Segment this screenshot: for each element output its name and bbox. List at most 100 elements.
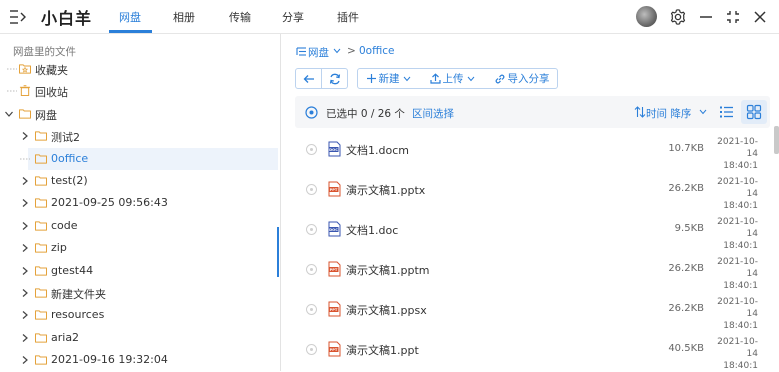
file-row[interactable]: PPT 演示文稿1.pptx 26.2KB 2021-10-14 18:40:1 [295, 171, 770, 211]
tab-transfer[interactable]: 传输 [229, 9, 251, 25]
chevron-right-icon[interactable] [20, 266, 30, 276]
tree-item-folder[interactable]: 0office [20, 147, 278, 170]
tree-item-folder[interactable]: gtest44 [0, 260, 276, 282]
file-name[interactable]: 演示文稿1.pptm [346, 262, 430, 278]
tree-item-label: 2021-09-25 09:56:43 [51, 196, 168, 210]
tab-share[interactable]: 分享 [282, 9, 304, 25]
tree-item-folder[interactable]: 新建文件夹 [0, 282, 276, 304]
chevron-right-icon[interactable] [20, 176, 30, 186]
chevron-right-icon[interactable] [20, 131, 30, 141]
row-select-radio[interactable] [306, 184, 317, 195]
file-name[interactable]: 文档1.docm [346, 142, 409, 158]
new-button[interactable]: 新建 [358, 69, 418, 88]
file-list-scrollbar[interactable] [774, 126, 779, 371]
file-name[interactable]: 演示文稿1.pptx [346, 182, 425, 198]
gear-icon[interactable] [669, 8, 687, 26]
row-select-radio[interactable] [306, 224, 317, 235]
chevron-down-icon [403, 76, 410, 81]
breadcrumb-root[interactable]: 网盘 [308, 45, 329, 60]
tree-item-label: 新建文件夹 [51, 288, 106, 301]
file-date: 2021-10-14 18:40:1 [708, 296, 758, 332]
svg-text:PPT: PPT [330, 188, 338, 192]
chevron-down-icon[interactable] [4, 109, 14, 119]
tree-item-label: code [51, 218, 78, 232]
tree-item-label: 网盘 [35, 108, 57, 122]
sort-icon[interactable] [634, 106, 646, 118]
file-row[interactable]: PPT 演示文稿1.ppsx 26.2KB 2021-10-14 18:40:1 [295, 291, 770, 331]
chevron-right-icon[interactable] [20, 198, 30, 208]
row-select-radio[interactable] [306, 144, 317, 155]
file-row[interactable]: PPT 演示文稿1.ppt 40.5KB 2021-10-14 18:40:1 [295, 331, 770, 371]
import-share-button[interactable]: 导入分享 [487, 69, 556, 88]
chevron-right-icon[interactable] [20, 288, 30, 298]
tree-item-label: aria2 [51, 330, 80, 344]
tree-item-folder[interactable]: zip [0, 237, 276, 259]
file-date-day: 2021-10-14 [717, 177, 758, 199]
tree-item-folder[interactable]: resources [0, 304, 276, 326]
link-icon [495, 74, 504, 83]
tree-item-label: 回收站 [35, 86, 68, 100]
tab-album[interactable]: 相册 [173, 9, 195, 25]
tree-item-folder[interactable]: 测试2 [0, 125, 276, 147]
chevron-down-icon[interactable] [333, 48, 341, 54]
grid-view-button[interactable] [741, 100, 767, 124]
file-name[interactable]: 演示文稿1.ppsx [346, 302, 427, 318]
tree-item-star-folder[interactable]: 收藏夹 [0, 58, 276, 80]
file-name[interactable]: 演示文稿1.ppt [346, 342, 419, 358]
row-select-radio[interactable] [306, 344, 317, 355]
chevron-right-icon[interactable] [20, 221, 30, 231]
fullscreen-icon[interactable] [724, 8, 742, 26]
folder-icon [34, 288, 48, 298]
chevron-right-icon[interactable] [20, 310, 30, 320]
ppt-file-icon: PPT [328, 341, 341, 357]
tree-connector [7, 68, 17, 70]
breadcrumb-current[interactable]: 0office [359, 45, 395, 57]
avatar[interactable] [636, 6, 657, 27]
upload-button[interactable]: 上传 [422, 69, 482, 88]
tree-item-label: 收藏夹 [35, 64, 68, 77]
tree-item-folder[interactable]: test(2) [0, 170, 276, 192]
select-all-radio-icon[interactable] [305, 106, 318, 119]
back-button[interactable] [295, 68, 322, 89]
list-view-icon[interactable] [719, 105, 734, 119]
chevron-down-icon[interactable] [699, 109, 707, 115]
chevron-right-icon[interactable] [20, 243, 30, 253]
ppt-file-icon: PPT [328, 181, 341, 197]
tree-item-folder[interactable]: aria2 [0, 327, 276, 349]
scrollbar-thumb[interactable] [774, 126, 779, 154]
refresh-button[interactable] [321, 68, 348, 89]
chevron-right-icon[interactable] [20, 355, 30, 365]
sidebar-tree: 网盘里的文件 收藏夹回收站网盘测试2 0office test(2) 2021-09-… [0, 34, 281, 371]
file-row[interactable]: DOC 文档1.docm 10.7KB 2021-10-14 18:40:1 [295, 131, 770, 171]
tree-item-trash[interactable]: 回收站 [0, 80, 276, 102]
chevron-right-icon[interactable] [20, 333, 30, 343]
grid-view-icon [746, 104, 762, 120]
range-select-link[interactable]: 区间选择 [412, 106, 454, 121]
file-size: 10.7KB [668, 143, 704, 154]
menu-icon[interactable] [9, 9, 27, 25]
file-date-time: 18:40:1 [723, 361, 758, 371]
tree-item-label: test(2) [51, 174, 88, 187]
sort-label[interactable]: 时间 降序 [646, 106, 691, 121]
svg-text:DOC: DOC [329, 148, 338, 152]
file-row[interactable]: PPT 演示文稿1.pptm 26.2KB 2021-10-14 18:40:1 [295, 251, 770, 291]
new-button-label: 新建 [378, 73, 400, 85]
tab-plugins[interactable]: 插件 [337, 9, 359, 25]
file-date-day: 2021-10-14 [717, 337, 758, 359]
tree-heading: 网盘里的文件 [13, 46, 76, 58]
tree-item-folder[interactable]: 2021-09-16 19:32:04 [0, 349, 276, 371]
tree-item-folder[interactable]: 2021-09-25 09:56:43 [0, 192, 276, 214]
tree-item-folder[interactable]: code [0, 215, 276, 237]
tab-drive[interactable]: 网盘 [119, 9, 141, 25]
file-date-day: 2021-10-14 [717, 297, 758, 319]
minimize-icon[interactable] [697, 8, 715, 26]
file-row[interactable]: DOC 文档1.doc 9.5KB 2021-10-14 18:40:1 [295, 211, 770, 251]
close-icon[interactable] [751, 8, 769, 26]
file-name[interactable]: 文档1.doc [346, 222, 398, 238]
row-select-radio[interactable] [306, 304, 317, 315]
trash-icon [19, 85, 31, 97]
tree-item-folder[interactable]: 网盘 [0, 103, 276, 125]
row-select-radio[interactable] [306, 264, 317, 275]
selection-count: 已选中 0 / 26 个 [326, 108, 405, 120]
sidebar-scroll-indicator[interactable] [277, 227, 279, 277]
